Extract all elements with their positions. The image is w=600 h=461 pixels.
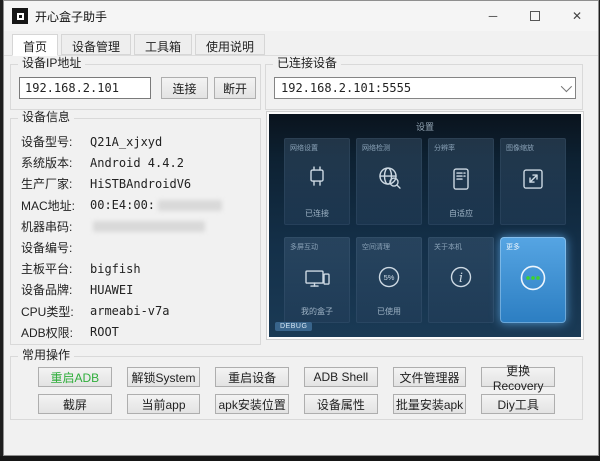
app-icon: [12, 8, 28, 24]
window-title: 开心盒子助手: [35, 9, 108, 24]
screen-settings-title: 设置: [415, 122, 434, 132]
info-row-mac: MAC地址: 00:E4:00:: [21, 195, 254, 216]
diy-tools-button[interactable]: Diy工具: [481, 394, 555, 414]
device-properties-button[interactable]: 设备属性: [303, 394, 378, 414]
info-row-os: 系统版本: Android 4.4.2: [21, 155, 184, 171]
apk-install-location-button[interactable]: apk安装位置: [215, 394, 289, 414]
connected-device-select[interactable]: 192.168.2.101:5555: [274, 77, 576, 99]
batch-install-apk-button[interactable]: 批量安装apk: [392, 394, 467, 414]
tile-image-scaling: 图像缩放: [500, 138, 566, 225]
chevron-down-icon: [560, 80, 573, 93]
info-row-cpu: CPU类型: armeabi-v7a: [21, 304, 170, 319]
monitor-icon: [305, 270, 330, 287]
connected-device-value: 192.168.2.101:5555: [281, 81, 412, 95]
svg-text:i: i: [459, 271, 463, 286]
device-info-group: 设备信息 设备型号: Q21A_xjxyd 系统版本: Android 4.4.…: [10, 110, 261, 345]
tab-toolbox[interactable]: 工具箱: [134, 34, 193, 55]
debug-badge: DEBUG: [275, 322, 313, 331]
close-icon[interactable]: ✕: [556, 1, 598, 31]
screenshot-button[interactable]: 截屏: [38, 394, 112, 414]
info-row-device-number: 设备编号:: [21, 241, 73, 256]
tab-instructions[interactable]: 使用说明: [195, 34, 266, 55]
tile-about-device: 关于本机 i: [428, 236, 494, 323]
connected-devices-group-title: 已连接设备: [273, 56, 342, 71]
app-window: 开心盒子助手 ─ ✕ 首页 设备管理 工具箱 使用说明 设备IP地址 连接 断开…: [3, 0, 599, 456]
network-plug-icon: [310, 166, 324, 187]
redacted-mac-blur: [158, 199, 223, 211]
info-row-brand: 设备品牌: HUAWEI: [21, 282, 134, 298]
more-dots-icon: [520, 265, 546, 291]
tile-storage-cleanup: 空间清理 5% 已使用: [356, 236, 422, 323]
device-ip-group-title: 设备IP地址: [18, 56, 86, 71]
tile-resolution: 分辨率 自适应: [428, 138, 494, 225]
file-manager-button[interactable]: 文件管理器: [392, 367, 467, 387]
replace-recovery-button[interactable]: 更换Recovery: [481, 364, 555, 393]
info-row-adb: ADB权限: ROOT: [21, 325, 119, 340]
tab-strip: 首页 设备管理 工具箱 使用说明: [4, 31, 598, 56]
desktop-edge: [0, 456, 600, 461]
connect-button[interactable]: 连接: [161, 77, 208, 99]
device-ip-group: 设备IP地址 连接 断开: [10, 56, 261, 110]
tile-more: 更多: [500, 236, 566, 323]
info-row-model: 设备型号: Q21A_xjxyd: [21, 134, 163, 150]
tile-network-settings: 网络设置 已连接: [284, 138, 350, 225]
globe-search-icon: [379, 167, 401, 190]
device-info-rows: 设备型号: Q21A_xjxyd 系统版本: Android 4.4.2 生产厂…: [21, 131, 254, 343]
titlebar: 开心盒子助手 ─ ✕: [4, 1, 598, 31]
device-screen: 设置 网络设置 已连接 网络检测 分辨率 自适应 图像缩放 多屏互动 我的盒子 …: [269, 114, 581, 337]
common-actions-group: 常用操作 重启ADB 解锁System 重启设备 ADB Shell 文件管理器…: [10, 348, 583, 420]
device-info-group-title: 设备信息: [18, 110, 75, 125]
disconnect-button[interactable]: 断开: [214, 77, 256, 99]
tile-network-check: 网络检测: [356, 138, 422, 225]
restart-adb-button[interactable]: 重启ADB: [38, 367, 112, 387]
minimize-icon[interactable]: ─: [472, 1, 514, 31]
scale-arrows-icon: [523, 169, 543, 190]
device-screen-preview: 设置 网络设置 已连接 网络检测 分辨率 自适应 图像缩放 多屏互动 我的盒子 …: [266, 111, 584, 340]
ip-address-input[interactable]: [19, 77, 151, 99]
current-app-button[interactable]: 当前app: [126, 394, 201, 414]
tab-home[interactable]: 首页: [12, 34, 59, 56]
info-row-platform: 主板平台: bigfish: [21, 261, 141, 277]
unlock-system-button[interactable]: 解锁System: [126, 367, 201, 387]
actions-row-1: 重启ADB 解锁System 重启设备 ADB Shell 文件管理器 更换Re…: [38, 364, 555, 393]
storage-percent-icon: 5%: [378, 266, 400, 288]
tile-multi-screen: 多屏互动 我的盒子: [284, 236, 350, 323]
tab-device-management[interactable]: 设备管理: [61, 34, 132, 55]
connected-devices-group: 已连接设备 192.168.2.101:5555: [265, 56, 583, 110]
common-actions-group-title: 常用操作: [18, 348, 75, 363]
window-controls: ─ ✕: [472, 1, 598, 31]
maximize-icon[interactable]: [514, 1, 556, 31]
resolution-list-icon: [453, 168, 469, 191]
redacted-serial-blur: [93, 220, 205, 232]
adb-shell-button[interactable]: ADB Shell: [303, 367, 378, 387]
info-row-manufacturer: 生产厂家: HiSTBAndroidV6: [21, 176, 192, 192]
reboot-device-button[interactable]: 重启设备: [215, 367, 289, 387]
settings-tile-grid: 网络设置 已连接 网络检测 分辨率 自适应 图像缩放 多屏互动 我的盒子 空间清…: [284, 138, 566, 323]
svg-text:5%: 5%: [384, 273, 395, 282]
actions-row-2: 截屏 当前app apk安装位置 设备属性 批量安装apk Diy工具: [38, 394, 555, 414]
info-icon: i: [450, 266, 472, 288]
info-row-serial: 机器串码:: [21, 216, 254, 237]
